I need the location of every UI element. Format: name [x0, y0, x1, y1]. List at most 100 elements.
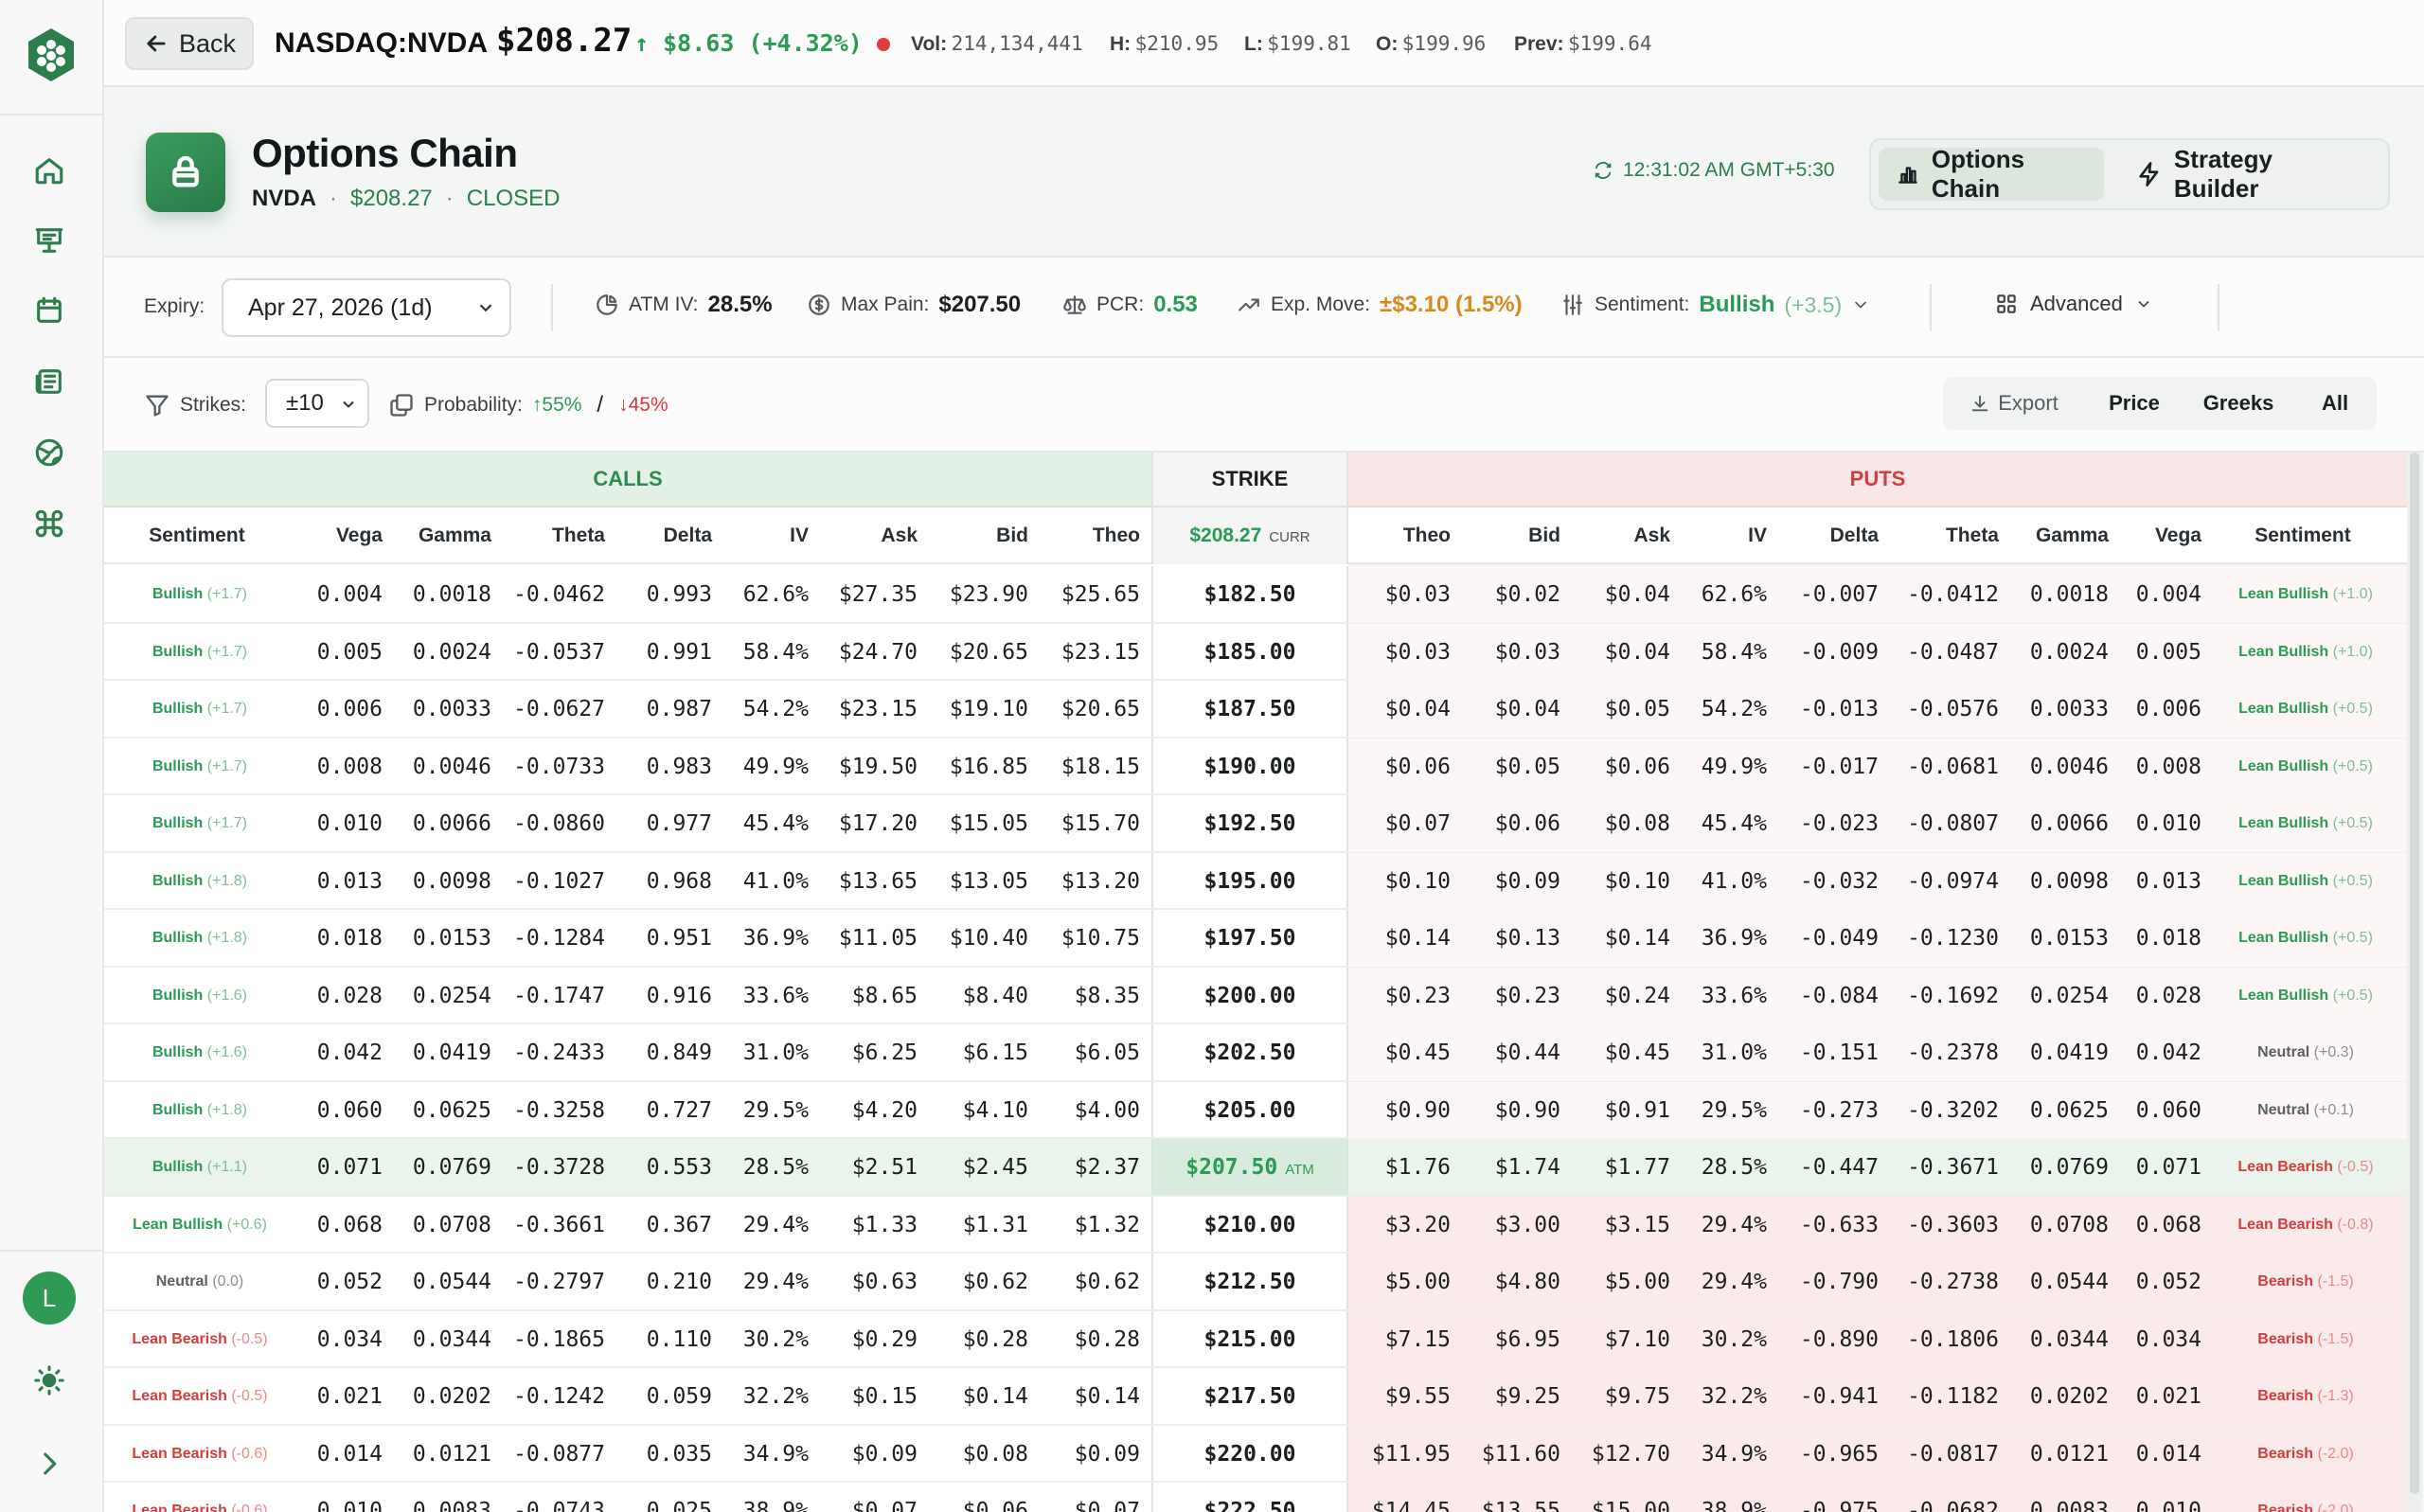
strike-price[interactable]: $217.50 — [1151, 1368, 1348, 1425]
cell-ask: $8.65 — [851, 983, 918, 1008]
chevron-right-icon[interactable] — [30, 1445, 68, 1483]
expiry-select[interactable]: Apr 27, 2026 (1d) — [222, 278, 511, 337]
cell-gamma: 0.0024 — [412, 639, 491, 665]
advanced-dropdown[interactable]: Advanced — [1994, 292, 2153, 316]
strike-price[interactable]: $210.00 — [1151, 1197, 1348, 1254]
strike-price[interactable]: $205.00 — [1151, 1082, 1348, 1139]
cell-theta: -0.3728 — [513, 1155, 605, 1180]
strike-price[interactable]: $190.00 — [1151, 738, 1348, 795]
cell-delta: 0.951 — [646, 926, 712, 951]
cell-ptheta: -0.1692 — [1907, 983, 1999, 1008]
table-row[interactable]: Lean Bearish (-0.5) 0.034 0.0344 -0.1865 0.1… — [104, 1310, 2407, 1368]
strike-value: $212.50 — [1203, 1270, 1296, 1294]
cell-bid: $13.05 — [949, 868, 1028, 894]
cell-theta: -0.0462 — [513, 582, 605, 607]
export-button[interactable]: Export — [1943, 377, 2085, 430]
trending-up-icon — [1239, 298, 1259, 311]
table-row[interactable]: Bullish (+1.6) 0.028 0.0254 -0.1747 0.916 33.… — [104, 967, 2407, 1024]
put-sentiment-score: (+0.5) — [2332, 987, 2373, 1004]
table-row[interactable]: Lean Bearish (-0.6) 0.010 0.0083 -0.0743 0.0… — [104, 1483, 2407, 1512]
table-row[interactable]: Lean Bearish (-0.5) 0.021 0.0202 -0.1242 0.0… — [104, 1368, 2407, 1426]
call-sentiment-label: Bullish — [152, 987, 204, 1004]
table-row[interactable]: Bullish (+1.8) 0.060 0.0625 -0.3258 0.727 29.… — [104, 1081, 2407, 1139]
table-row[interactable]: Bullish (+1.7) 0.004 0.0018 -0.0462 0.993 62.… — [104, 566, 2407, 624]
put-sentiment-label: Bearish — [2257, 1445, 2313, 1462]
strike-price[interactable]: $202.50 — [1151, 1024, 1348, 1081]
sun-icon[interactable] — [30, 1361, 68, 1399]
cell-piv: 49.9% — [1701, 754, 1767, 779]
stat-volume: Vol: 214,134,441 — [911, 26, 1083, 64]
strike-price[interactable]: $200.00 — [1151, 968, 1348, 1024]
cell-pdelta: -0.007 — [1799, 582, 1879, 607]
presentation-icon[interactable] — [30, 222, 68, 259]
page-title: Options Chain — [252, 131, 518, 175]
home-icon[interactable] — [30, 151, 68, 189]
strike-price[interactable]: $207.50 ATM — [1151, 1139, 1348, 1196]
cell-ptheta: -0.0807 — [1907, 811, 1999, 836]
table-row[interactable]: Bullish (+1.7) 0.008 0.0046 -0.0733 0.983 49.… — [104, 738, 2407, 795]
cell-theo: $25.65 — [1060, 582, 1140, 607]
strike-price[interactable]: $197.50 — [1151, 910, 1348, 967]
cell-pgamma: 0.0098 — [2029, 868, 2109, 894]
strike-price[interactable]: $215.00 — [1151, 1311, 1348, 1368]
table-row[interactable]: Neutral (0.0) 0.052 0.0544 -0.2797 0.210 29.4… — [104, 1254, 2407, 1311]
table-row[interactable]: Bullish (+1.6) 0.042 0.0419 -0.2433 0.849 31.… — [104, 1024, 2407, 1082]
cell-ptheo: $0.23 — [1384, 983, 1451, 1008]
call-sentiment: Bullish (+1.8) — [104, 910, 295, 967]
strike-price[interactable]: $192.50 — [1151, 795, 1348, 852]
strike-price[interactable]: $220.00 — [1151, 1426, 1348, 1483]
calendar-icon[interactable] — [30, 292, 68, 329]
cell-pdelta: -0.013 — [1799, 697, 1879, 721]
strike-group-header: STRIKE — [1151, 453, 1348, 507]
tab-strategy-builder[interactable]: Strategy Builder — [2119, 145, 2380, 203]
table-row[interactable]: Bullish (+1.8) 0.018 0.0153 -0.1284 0.951 36.… — [104, 910, 2407, 968]
logo-icon[interactable] — [21, 25, 81, 85]
scrollbar-thumb[interactable] — [2410, 453, 2419, 1494]
table-row[interactable]: Bullish (+1.7) 0.006 0.0033 -0.0627 0.987 54.… — [104, 681, 2407, 738]
cell-pask: $0.04 — [1604, 639, 1670, 665]
cell-iv: 29.4% — [742, 1212, 809, 1237]
cell-gamma: 0.0121 — [412, 1441, 491, 1467]
cell-pdelta: -0.941 — [1799, 1384, 1879, 1409]
strike-price[interactable]: $222.50 — [1151, 1483, 1348, 1512]
table-scrollbar[interactable] — [2407, 453, 2422, 1512]
avatar[interactable]: L — [23, 1272, 76, 1325]
call-sentiment: Bullish (+1.8) — [104, 1082, 295, 1139]
cell-pvega: 0.010 — [2135, 1499, 2201, 1512]
table-row[interactable]: Lean Bearish (-0.6) 0.014 0.0121 -0.0877 0.0… — [104, 1425, 2407, 1483]
cell-piv: 36.9% — [1701, 926, 1767, 951]
strike-price[interactable]: $187.50 — [1151, 681, 1348, 738]
globe-icon[interactable] — [30, 434, 68, 471]
view-price-button[interactable]: Price — [2085, 377, 2183, 430]
table-row[interactable]: Lean Bullish (+0.6) 0.068 0.0708 -0.3661 0.3… — [104, 1196, 2407, 1254]
cell-iv: 45.4% — [742, 811, 809, 836]
tab-options-chain[interactable]: Options Chain — [1879, 145, 2104, 203]
newspaper-icon[interactable] — [30, 363, 68, 400]
view-all-button[interactable]: All — [2293, 377, 2377, 430]
strike-price[interactable]: $185.00 — [1151, 624, 1348, 681]
table-row[interactable]: Bullish (+1.7) 0.010 0.0066 -0.0860 0.977 45.… — [104, 795, 2407, 853]
back-button[interactable]: Back — [125, 17, 254, 70]
put-sentiment: Lean Bullish (+0.5) — [2207, 968, 2404, 1024]
cell-pbid: $4.80 — [1494, 1270, 1560, 1294]
put-sentiment-score: (-2.0) — [2317, 1445, 2354, 1462]
last-updated[interactable]: 12:31:02 AM GMT+5:30 — [1593, 159, 1835, 182]
sentiment-dropdown[interactable]: Sentiment: Bullish (+3.5) — [1560, 292, 1870, 318]
cell-delta: 0.968 — [646, 868, 712, 894]
cell-pbid: $0.02 — [1494, 582, 1560, 607]
cell-iv: 41.0% — [742, 868, 809, 894]
command-icon[interactable] — [30, 505, 68, 543]
table-row-atm[interactable]: Bullish (+1.1) 0.071 0.0769 -0.3728 0.553 28.… — [104, 1139, 2407, 1197]
strike-price[interactable]: $195.00 — [1151, 853, 1348, 910]
view-greeks-button[interactable]: Greeks — [2183, 377, 2293, 430]
put-sentiment-label: Lean Bullish — [2238, 930, 2329, 946]
cell-ask: $13.65 — [838, 868, 918, 894]
prev-label: Prev: — [1514, 33, 1564, 55]
strike-price[interactable]: $182.50 — [1151, 566, 1348, 623]
cell-iv: 28.5% — [742, 1155, 809, 1180]
strike-price[interactable]: $212.50 — [1151, 1254, 1348, 1310]
strikes-select[interactable]: ±10 — [265, 379, 369, 428]
table-row[interactable]: Bullish (+1.7) 0.005 0.0024 -0.0537 0.991 58.… — [104, 623, 2407, 681]
call-sentiment-label: Bullish — [152, 701, 204, 717]
table-row[interactable]: Bullish (+1.8) 0.013 0.0098 -0.1027 0.968 41.… — [104, 852, 2407, 910]
